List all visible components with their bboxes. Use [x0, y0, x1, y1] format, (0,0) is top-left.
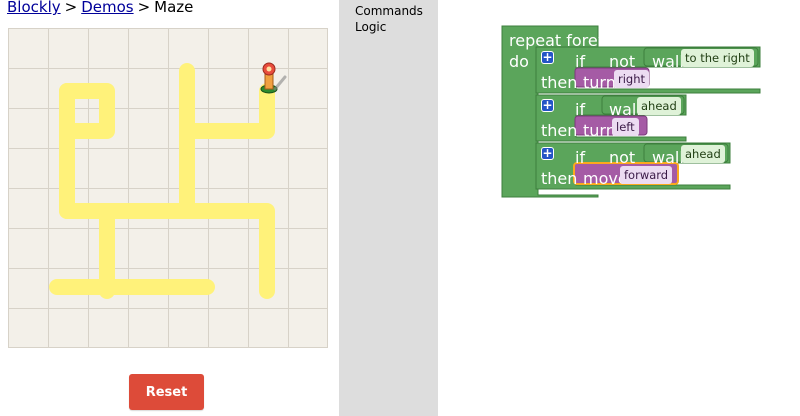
direction-dropdown[interactable]: ahead	[681, 145, 725, 163]
if-label: if	[575, 100, 586, 119]
do-label: do	[509, 52, 529, 71]
workspace[interactable]: repeat forever do + if not wall to the r…	[438, 0, 800, 416]
then-label: then	[541, 121, 578, 140]
mutator-plus-icon[interactable]: +	[541, 99, 554, 112]
goal-marker-icon	[260, 62, 287, 94]
mutator-plus-icon[interactable]: +	[541, 147, 554, 160]
turn-direction-dropdown[interactable]: right	[614, 70, 650, 88]
move-direction-dropdown[interactable]: forward	[620, 166, 673, 184]
maze-path-segment	[179, 83, 275, 139]
turn-label: turn	[583, 121, 616, 140]
breadcrumb-separator: >	[137, 0, 151, 16]
direction-dropdown[interactable]: ahead	[637, 97, 681, 115]
repeat-forever-label: repeat forever	[509, 31, 624, 50]
breadcrumb-link-blockly[interactable]: Blockly	[7, 0, 61, 16]
then-label: then	[541, 169, 578, 188]
mutator-plus-icon[interactable]: +	[541, 51, 554, 64]
toolbox-category-commands[interactable]: Commands	[339, 3, 438, 19]
then-label: then	[541, 73, 578, 92]
reset-button[interactable]: Reset	[129, 374, 204, 410]
toolbox: Commands Logic	[339, 0, 438, 416]
if-label: if	[575, 148, 586, 167]
direction-dropdown[interactable]: to the right	[681, 49, 754, 67]
maze-path	[49, 62, 287, 299]
toolbox-category-logic[interactable]: Logic	[339, 19, 438, 35]
not-label: not	[609, 52, 636, 71]
turn-label: turn	[583, 73, 616, 92]
turn-direction-dropdown[interactable]: left	[612, 118, 639, 136]
breadcrumb-link-demos[interactable]: Demos	[81, 0, 133, 16]
if-label: if	[575, 52, 586, 71]
wall-label: wall	[609, 100, 641, 119]
not-label: not	[609, 148, 636, 167]
maze-board	[8, 28, 328, 348]
wall-label: wall	[652, 148, 684, 167]
wall-label: wall	[652, 52, 684, 71]
breadcrumb-separator: >	[64, 0, 78, 16]
breadcrumb: Blockly > Demos > Maze	[7, 0, 193, 16]
page-title: Maze	[154, 0, 194, 16]
